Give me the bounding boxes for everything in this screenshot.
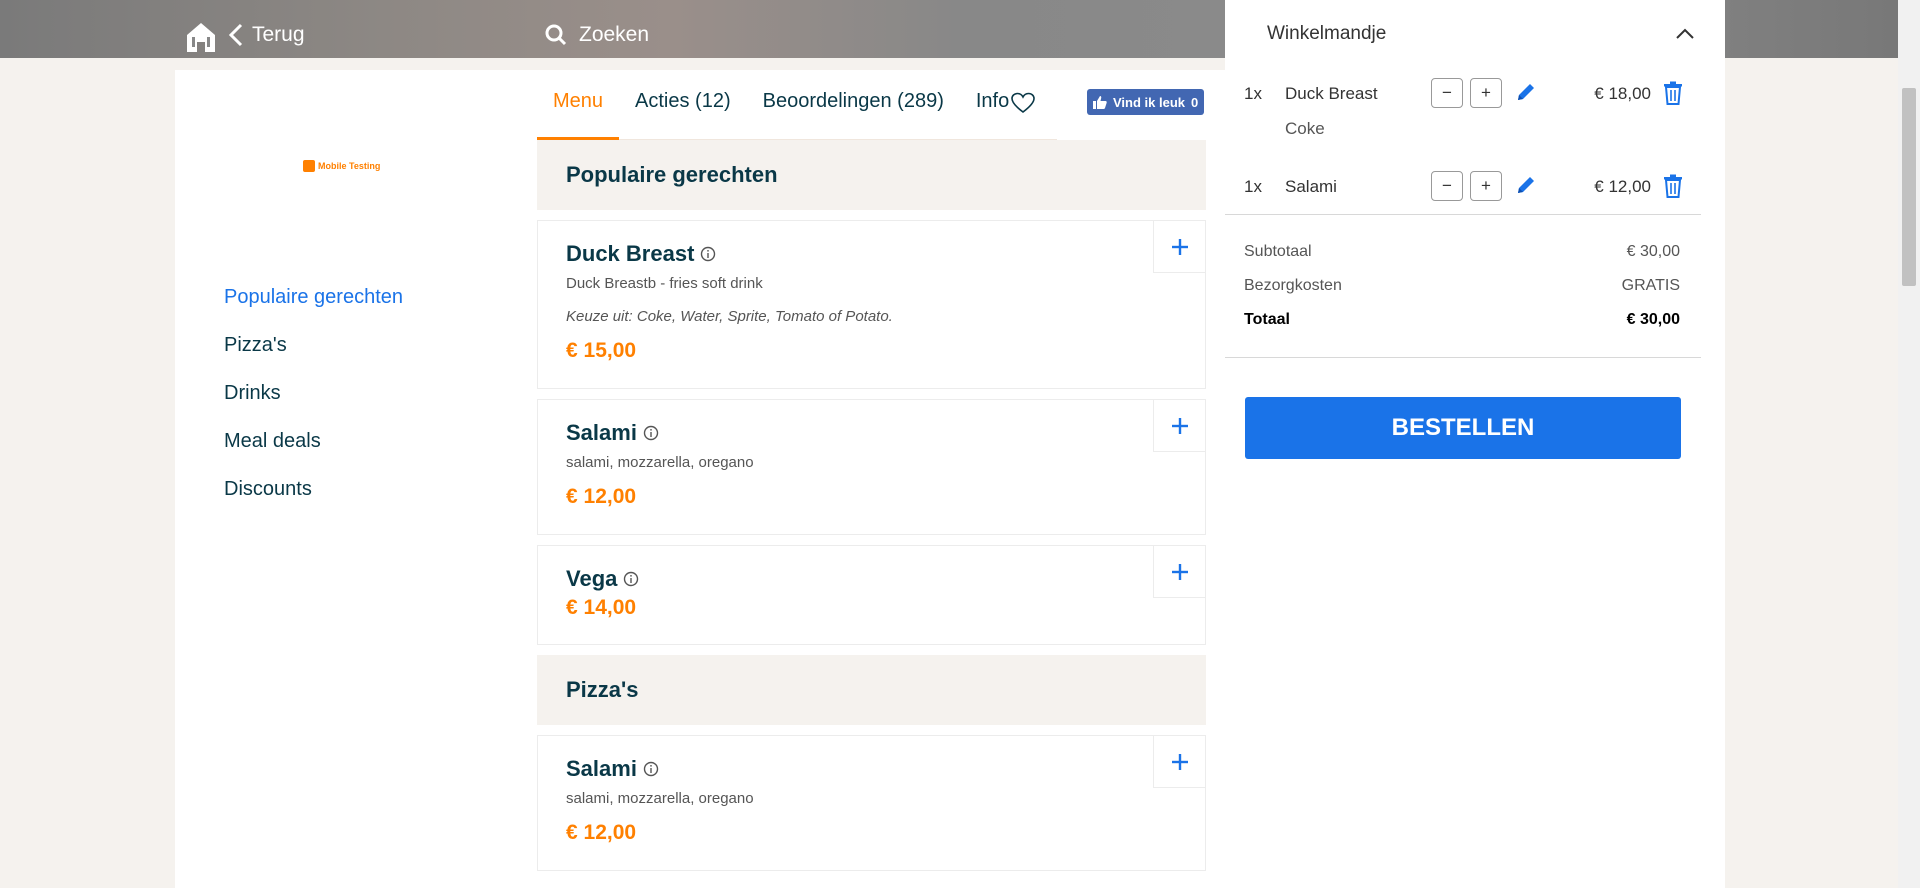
delivery-row: Bezorgkosten GRATIS	[1244, 277, 1680, 295]
cart-line-qty: 1x	[1244, 177, 1262, 196]
cart-line-qty: 1x	[1244, 84, 1262, 103]
add-to-cart-button[interactable]	[1153, 400, 1205, 452]
cart-header[interactable]: Winkelmandje	[1225, 0, 1725, 68]
plus-icon	[1171, 238, 1188, 255]
item-name: Salami	[566, 756, 637, 781]
restaurant-tabs: Menu Acties (12) Beoordelingen (289) Inf…	[537, 82, 1057, 140]
menu-item[interactable]: Vega € 14,00	[537, 545, 1206, 645]
item-name: Vega	[566, 566, 618, 591]
info-icon[interactable]	[643, 761, 659, 777]
cart-line-price: € 12,00	[1594, 177, 1651, 196]
subtotal-label: Subtotaal	[1244, 243, 1312, 260]
add-to-cart-button[interactable]	[1153, 736, 1205, 788]
subtotal-value: € 30,00	[1626, 243, 1680, 260]
back-label: Terug	[252, 23, 305, 46]
plus-icon	[1171, 753, 1188, 770]
cart-line-name: Salami	[1285, 177, 1337, 196]
pencil-icon[interactable]	[1515, 81, 1537, 103]
cart-line-name: Duck Breast	[1285, 84, 1378, 103]
cart-line: 1x Salami − + € 12,00	[1225, 171, 1725, 207]
tab-acties[interactable]: Acties (12)	[619, 82, 747, 140]
trash-icon[interactable]	[1662, 81, 1684, 105]
item-name: Salami	[566, 420, 637, 445]
item-price: € 14,00	[566, 596, 637, 619]
fb-like-label: Vind ik leuk	[1113, 94, 1186, 110]
order-button[interactable]: BESTELLEN	[1245, 397, 1681, 459]
chevron-left-icon	[228, 23, 243, 47]
item-name-row: Salami	[566, 420, 1177, 446]
divider	[1225, 357, 1701, 358]
menu-item[interactable]: Salami salami, mozzarella, oregano € 12,…	[537, 399, 1206, 535]
logo-text: Mobile Testing	[318, 161, 381, 171]
tab-info[interactable]: Info	[960, 82, 1036, 140]
info-icon[interactable]	[643, 425, 659, 441]
menu-list: Populaire gerechten Duck Breast Duck Bre…	[537, 140, 1206, 881]
item-name-row: Salami	[566, 756, 1177, 782]
section-header: Pizza's	[537, 655, 1206, 725]
back-link[interactable]: Terug	[228, 20, 305, 50]
item-choices: Keuze uit: Coke, Water, Sprite, Tomato o…	[566, 308, 893, 325]
item-price: € 15,00	[566, 339, 637, 362]
item-name: Duck Breast	[566, 241, 695, 266]
info-icon[interactable]	[623, 571, 639, 587]
add-to-cart-button[interactable]	[1153, 221, 1205, 273]
facebook-like-button[interactable]: Vind ik leuk 0	[1087, 89, 1205, 115]
category-discounts[interactable]: Discounts	[224, 476, 403, 502]
fb-like-count: 0	[1191, 94, 1199, 110]
tab-reviews[interactable]: Beoordelingen (289)	[747, 82, 960, 140]
tab-menu[interactable]: Menu	[537, 82, 620, 140]
category-drinks[interactable]: Drinks	[224, 380, 403, 406]
logo-icon	[303, 160, 315, 172]
category-nav: Populaire gerechten Pizza's Drinks Meal …	[224, 284, 403, 524]
decrease-qty-button[interactable]: −	[1431, 171, 1463, 201]
category-meal-deals[interactable]: Meal deals	[224, 428, 403, 454]
total-row: Totaal € 30,00	[1244, 311, 1680, 329]
search-icon	[545, 24, 567, 46]
home-icon[interactable]	[183, 18, 219, 54]
total-label: Totaal	[1244, 311, 1290, 328]
tab-info-label: Info	[975, 90, 1010, 112]
scrollbar-thumb[interactable]	[1902, 88, 1916, 286]
total-value: € 30,00	[1626, 311, 1680, 328]
cart-line-price: € 18,00	[1594, 84, 1651, 103]
cart-line-option: Coke	[1285, 119, 1325, 138]
trash-icon[interactable]	[1662, 174, 1684, 198]
menu-item[interactable]: Duck Breast Duck Breastb - fries soft dr…	[537, 220, 1206, 389]
item-price: € 12,00	[566, 485, 637, 508]
item-description: Duck Breastb - fries soft drink	[566, 275, 763, 292]
heart-icon[interactable]	[1011, 92, 1036, 114]
increase-qty-button[interactable]: +	[1470, 78, 1502, 108]
chevron-up-icon[interactable]	[1675, 28, 1695, 40]
cart-line: 1x Duck Breast Coke − + € 18,00	[1225, 78, 1725, 148]
item-name-row: Vega	[566, 566, 1177, 592]
item-description: salami, mozzarella, oregano	[566, 790, 754, 807]
cart-title: Winkelmandje	[1267, 23, 1387, 44]
plus-icon	[1171, 417, 1188, 434]
info-icon[interactable]	[700, 246, 716, 262]
restaurant-logo: Mobile Testing	[303, 160, 380, 172]
category-populaire[interactable]: Populaire gerechten	[224, 284, 403, 310]
delivery-label: Bezorgkosten	[1244, 277, 1342, 294]
thumbs-up-icon	[1093, 96, 1107, 109]
add-to-cart-button[interactable]	[1153, 546, 1205, 598]
plus-icon	[1171, 563, 1188, 580]
delivery-value: GRATIS	[1621, 277, 1680, 294]
search-button[interactable]: Zoeken	[545, 20, 649, 50]
item-price: € 12,00	[566, 821, 637, 844]
decrease-qty-button[interactable]: −	[1431, 78, 1463, 108]
section-header: Populaire gerechten	[537, 140, 1206, 210]
item-name-row: Duck Breast	[566, 241, 1177, 267]
subtotal-row: Subtotaal € 30,00	[1244, 243, 1680, 261]
search-label: Zoeken	[579, 23, 650, 46]
menu-item[interactable]: Salami salami, mozzarella, oregano € 12,…	[537, 735, 1206, 871]
category-pizzas[interactable]: Pizza's	[224, 332, 403, 358]
item-description: salami, mozzarella, oregano	[566, 454, 754, 471]
cart-panel: Winkelmandje 1x Duck Breast Coke − + € 1…	[1225, 0, 1725, 888]
divider	[1225, 214, 1701, 215]
increase-qty-button[interactable]: +	[1470, 171, 1502, 201]
pencil-icon[interactable]	[1515, 174, 1537, 196]
